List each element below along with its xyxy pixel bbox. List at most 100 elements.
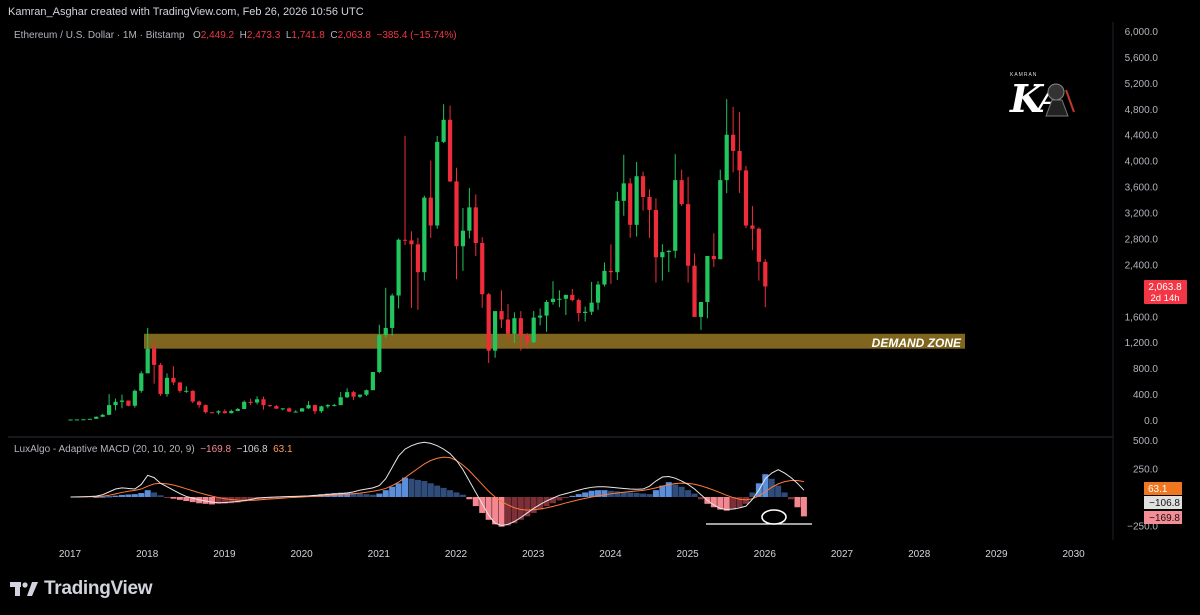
candle-body xyxy=(493,311,498,351)
candle-body xyxy=(197,401,202,406)
candle-body xyxy=(583,311,588,314)
tradingview-logo-icon xyxy=(10,582,38,596)
candle-body xyxy=(557,298,562,300)
macd-histogram-bar xyxy=(678,486,685,497)
macd-histogram-bar xyxy=(151,492,158,497)
demand-zone-label: DEMAND ZONE xyxy=(872,336,962,350)
macd-histogram-bar xyxy=(118,494,125,497)
candle-body xyxy=(660,252,665,258)
candle-body xyxy=(576,300,581,314)
macd-histogram-bar xyxy=(723,497,730,511)
macd-histogram-bar xyxy=(209,497,216,505)
candle-body xyxy=(345,392,350,398)
time-tick-label: 2022 xyxy=(445,549,468,560)
macd-histogram-bar xyxy=(691,493,698,497)
candle-body xyxy=(139,373,144,391)
macd-histogram-bar xyxy=(164,497,170,498)
price-tick-label: 3,600.0 xyxy=(1125,183,1159,194)
price-tick-label: 6,000.0 xyxy=(1125,27,1159,38)
macd-histogram-bar xyxy=(472,497,479,507)
candle-body xyxy=(293,411,298,413)
macd-histogram-bar xyxy=(794,497,801,508)
candle-body xyxy=(319,406,324,412)
demand-zone[interactable] xyxy=(144,333,965,349)
candle-body xyxy=(177,382,182,391)
macd-histogram-bar xyxy=(170,497,177,499)
macd-histogram-bar xyxy=(646,494,653,497)
candle-body xyxy=(254,399,260,403)
macd-histogram-bar xyxy=(183,497,190,501)
macd-histogram-bar xyxy=(614,491,621,497)
time-tick-label: 2025 xyxy=(676,549,699,560)
price-axis[interactable]: 6,000.0 5,600.0 5,200.0 4,800.0 4,400.0 4,000… xyxy=(1125,27,1159,427)
macd-histogram-bar xyxy=(369,494,376,497)
macd-histogram-bar xyxy=(414,479,421,497)
candle-body xyxy=(698,302,704,317)
macd-histogram-bar xyxy=(125,494,132,497)
candle-body xyxy=(460,230,466,247)
time-tick-label: 2021 xyxy=(368,549,391,560)
time-tick-label: 2027 xyxy=(831,549,854,560)
candle-body xyxy=(300,408,305,412)
candle-body xyxy=(653,209,659,258)
candle-body xyxy=(705,255,710,303)
candle-body xyxy=(274,406,279,409)
candle-body xyxy=(216,411,221,413)
candle-body xyxy=(422,197,427,273)
candle-body xyxy=(229,410,234,414)
price-tag: 2,063.8 2d 14h xyxy=(1144,280,1187,304)
candle-body xyxy=(525,335,530,343)
candle-body xyxy=(74,419,80,421)
macd-histogram-bar xyxy=(144,490,151,497)
macd-histogram-bar xyxy=(176,497,183,500)
price-tick-label: 0.0 xyxy=(1144,416,1158,427)
candle-body xyxy=(332,405,337,407)
candle-body xyxy=(518,318,523,336)
candle-body xyxy=(454,181,459,247)
candle-body xyxy=(647,196,652,210)
footer-brand[interactable]: TradingView xyxy=(10,578,153,600)
candle-body xyxy=(280,408,285,410)
author-logo: KAMRAN KA xyxy=(1010,72,1076,124)
macd-name[interactable]: LuxAlgo - Adaptive MACD (20, 10, 20, 9) xyxy=(14,444,195,455)
highlight-circle[interactable] xyxy=(761,509,787,525)
candle-body xyxy=(415,244,420,273)
macd-legend: LuxAlgo - Adaptive MACD (20, 10, 20, 9) … xyxy=(14,444,293,455)
macd-histogram-bar xyxy=(440,487,447,497)
macd-histogram-bar xyxy=(569,495,576,497)
candle-body xyxy=(364,390,369,395)
candle-body xyxy=(370,372,375,391)
time-axis[interactable]: 2017 2018 2019 2020 2021 2022 2023 2024 2025 2026… xyxy=(59,549,1085,560)
macd-histogram-bar xyxy=(447,490,454,497)
candle-body xyxy=(312,405,318,412)
candle-body xyxy=(357,394,363,397)
candle-body xyxy=(563,294,568,299)
candle-body xyxy=(480,243,485,295)
macd-value-3: 63.1 xyxy=(273,444,293,455)
candle-body xyxy=(190,390,195,402)
time-tick-label: 2018 xyxy=(136,549,159,560)
time-tick-label: 2029 xyxy=(985,549,1008,560)
macd-histogram-bar xyxy=(582,492,589,497)
macd-histogram-bar xyxy=(633,493,640,497)
macd-histogram-bar xyxy=(382,490,389,497)
time-tick-label: 2030 xyxy=(1062,549,1085,560)
time-tick-label: 2017 xyxy=(59,549,82,560)
candles-series[interactable] xyxy=(68,99,768,421)
candle-body xyxy=(602,270,607,285)
macd-histogram-bar xyxy=(389,486,396,497)
macd-histogram-bar xyxy=(427,483,434,497)
candle-body xyxy=(164,377,170,395)
candle-body xyxy=(377,335,382,373)
time-tick-label: 2024 xyxy=(599,549,622,560)
candle-body xyxy=(248,401,253,403)
candle-body xyxy=(628,183,633,225)
macd-histogram-bar xyxy=(685,490,692,497)
time-tick-label: 2023 xyxy=(522,549,545,560)
macd-histogram-bar xyxy=(730,497,737,510)
candle-body xyxy=(538,315,543,318)
time-tick-label: 2019 xyxy=(213,549,236,560)
candle-body xyxy=(107,405,112,415)
price-tick-label: 400.0 xyxy=(1133,390,1158,401)
macd-histogram-bar xyxy=(562,497,569,499)
